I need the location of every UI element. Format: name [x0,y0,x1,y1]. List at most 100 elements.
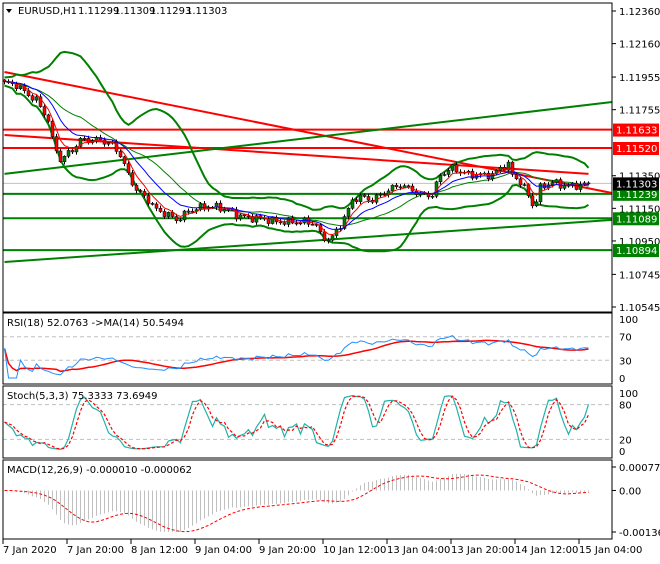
candle-body [582,182,587,185]
time-tick-label: 7 Jan 20:00 [67,545,124,556]
candle-body [166,212,171,217]
candle-body [514,174,519,180]
candle-body [158,208,163,212]
candle-body [146,195,151,204]
candle-body [446,170,451,175]
candle-body [150,203,155,205]
price-tag-label: 1.11303 [616,179,657,190]
candle-body [554,179,559,183]
level-price-tag: 1.10894 [613,244,659,258]
candle-body [174,216,179,221]
candle-body [378,194,383,196]
candle-body [278,221,283,224]
candle-body [242,214,247,217]
price-tick-label: 1.12160 [619,40,660,51]
candle-body [134,184,139,191]
candle-body [586,182,591,185]
price-panel[interactable] [2,50,613,263]
time-tick-label: 9 Jan 20:00 [259,545,316,556]
candle-body [138,190,143,192]
price-tag-label: 1.11520 [616,144,657,155]
candle-body [382,194,387,196]
level-price-tag: 1.11633 [613,123,659,137]
candle-body [106,142,111,145]
ohlc-close: 1.11303 [186,6,227,17]
candle-body [126,163,131,173]
candle-body [402,185,407,188]
candle-body [442,174,447,176]
time-tick-label: 8 Jan 12:00 [131,545,188,556]
macd-tick-label: 0.00 [619,486,641,497]
candle-body [70,150,75,153]
candle-body [30,95,35,101]
candle-body [66,150,71,157]
candle-body [186,210,191,213]
candle-body [346,207,351,217]
candle-body [118,151,123,158]
level-price-tag: 1.11089 [613,212,659,226]
macd-tick-label: 0.000773 [619,463,660,474]
time-tick-label: 13 Jan 20:00 [451,545,514,556]
candle-body [330,235,335,241]
candle-body [190,210,195,213]
candle-body [154,203,159,209]
price-tag-label: 1.11089 [616,214,657,225]
candle-body [358,194,363,202]
candle-body [406,185,411,187]
candle-body [82,138,87,140]
candle-body [550,182,555,186]
price-tick-label: 1.11755 [619,106,660,117]
rsi-title: RSI(18) 52.0763 ->MA(14) 50.5494 [7,318,184,329]
candle-body [398,186,403,189]
candle-body [394,184,399,188]
main-border [2,2,613,313]
candle-body [326,239,331,242]
candle-body [518,178,523,186]
candle-body [54,136,59,152]
candle-body [58,150,63,163]
candle-body [46,114,51,122]
candle-body [298,222,303,225]
candle-body [438,175,443,183]
symbol-label: EURUSD,H1 [18,6,77,17]
candle-body [522,184,527,186]
price-tag-label: 1.11633 [616,126,657,137]
stoch-panel[interactable] [3,394,612,451]
stoch-title: Stoch(5,3,3) 75.3333 73.6949 [7,391,158,402]
candle-body [498,167,503,171]
rsi-tick-label: 100 [619,315,638,326]
candle-body [294,222,299,225]
macd-title: MACD(12,26,9) -0.000010 -0.000062 [7,465,192,476]
time-tick-label: 7 Jan 2020 [3,545,57,556]
trading-chart[interactable]: 1.123601.121601.119551.117551.113501.111… [0,0,660,560]
rsi-panel[interactable] [3,335,612,379]
candle-body [34,96,39,101]
candle-body [362,194,367,197]
stoch-tick-label: 0 [619,447,625,458]
candle-body [270,217,275,224]
candle-body [450,164,455,171]
candle-body [558,179,563,189]
time-tick-label: 14 Jan 12:00 [515,545,578,556]
candle-body [282,222,287,225]
dropdown-triangle-icon[interactable] [6,9,12,13]
last-price-tag: 1.11303 [613,177,659,191]
candle-body [26,90,31,96]
candle-body [130,172,135,186]
ema-fast-line [4,81,589,236]
candle-body [162,211,167,217]
price-tick-label: 1.11955 [619,73,660,84]
candle-body [390,184,395,192]
macd-panel[interactable] [4,473,589,533]
stoch-tick-label: 100 [619,389,638,400]
price-tick-label: 1.10545 [619,303,660,314]
candle-body [430,196,435,198]
candle-body [350,199,355,209]
candle-body [310,223,315,226]
level-price-tag: 1.11520 [613,141,659,155]
time-tick-label: 13 Jan 04:00 [387,545,450,556]
candle-body [238,214,243,220]
candle-body [454,164,459,173]
candle-body [50,120,55,137]
macd-tick-label: -0.001369 [619,528,660,539]
